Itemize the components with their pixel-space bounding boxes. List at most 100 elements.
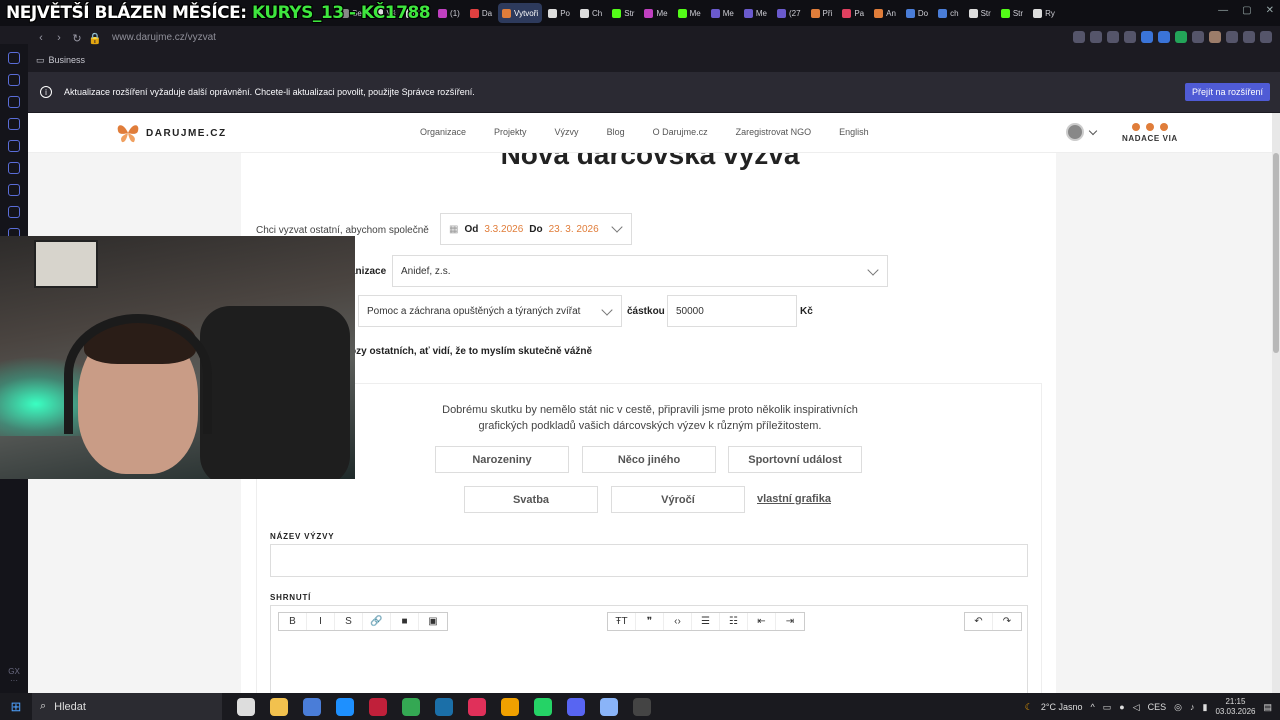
extension-icon[interactable] [1107,31,1119,43]
browser-tab[interactable]: Vytvoři [498,3,543,23]
template-button-anniversary[interactable]: Výročí [611,486,745,513]
editor-toolbar-button[interactable]: ⇤ [748,613,776,630]
obs-or-app-icon[interactable] [501,697,519,716]
page-scrollbar[interactable] [1272,113,1280,693]
site-menu-item[interactable]: Organizace [420,127,466,137]
app-icon[interactable] [600,697,618,716]
nadace-via-logo[interactable]: NADACE VIA [1122,123,1178,143]
menu-icon[interactable] [1260,31,1272,43]
taskbar-clock[interactable]: 21:15 03.03.2026 [1215,697,1255,717]
task-view-icon[interactable] [237,697,255,716]
taskbar-search[interactable]: ⌕ Hledat [32,693,222,720]
chevron-down-icon[interactable] [611,221,623,233]
explorer-icon[interactable] [270,697,288,716]
scrollbar-thumb[interactable] [1273,153,1279,353]
extension-icon[interactable] [1141,31,1153,43]
editor-toolbar-button[interactable]: ▣ [419,613,447,630]
browser-tab[interactable]: Me [740,3,771,23]
twitch-icon[interactable] [8,162,20,174]
go-to-extensions-button[interactable]: Přejít na rozšíření [1184,83,1270,101]
extension-icon[interactable] [1192,31,1204,43]
browser-tab[interactable]: Při [807,3,837,23]
editor-toolbar-button[interactable]: ■ [391,613,419,630]
sidebar-icon[interactable] [8,96,20,108]
browser-tab[interactable]: Ry [1029,3,1059,23]
maximize-icon[interactable]: ▢ [1242,5,1251,16]
editor-toolbar-button[interactable]: ❞ [636,613,664,630]
editor-toolbar-button[interactable]: I [307,613,335,630]
browser-tab[interactable]: Po [544,3,574,23]
sidebar-icon[interactable] [8,140,20,152]
editor-toolbar-button[interactable]: ☷ [720,613,748,630]
sidebar-more-icon[interactable]: GX ··· [0,667,28,685]
extension-icon[interactable] [1124,31,1136,43]
browser-tab[interactable]: (1) [434,3,464,23]
language-indicator[interactable]: CES [1148,702,1167,712]
browser-tab[interactable]: Do [902,3,932,23]
notifications-icon[interactable]: ▤ [1263,702,1272,713]
browser-tab[interactable]: Me [674,3,705,23]
editor-toolbar-button[interactable]: ↶ [965,613,993,630]
site-logo[interactable]: DARUJME.CZ [116,123,227,143]
chrome-icon[interactable] [402,697,420,716]
editor-toolbar-button[interactable]: B [279,613,307,630]
battery-icon[interactable]: ▮ [1202,702,1207,713]
sidebar-icon[interactable] [8,118,20,130]
extension-icon[interactable] [1073,31,1085,43]
wifi-icon[interactable]: ◎ [1174,702,1182,713]
browser-tab[interactable]: Pa [838,3,868,23]
back-icon[interactable]: ‹ [32,32,50,44]
challenge-name-input[interactable] [270,544,1028,577]
profile-avatar[interactable] [1209,31,1221,43]
site-menu-item[interactable]: Projekty [494,127,527,137]
extension-icon[interactable] [1090,31,1102,43]
tray-chevron-icon[interactable]: ^ [1091,702,1095,712]
amount-input[interactable]: 50000 [667,295,797,327]
url-field[interactable]: www.darujme.cz/vyzvat [112,32,216,43]
speaker-icon[interactable]: ♪ [1190,702,1195,712]
editor-toolbar-button[interactable]: ŦT [608,613,636,630]
chevron-down-icon[interactable] [1088,126,1098,135]
editor-toolbar-button[interactable]: ☰ [692,613,720,630]
site-menu-item[interactable]: O Darujme.cz [653,127,708,137]
edge-icon[interactable] [336,697,354,716]
custom-graphic-link[interactable]: vlastní grafika [757,493,831,505]
whatsapp-icon[interactable] [534,697,552,716]
steam-icon[interactable] [435,697,453,716]
browser-tab[interactable]: Da [466,3,496,23]
browser-tab[interactable]: ch [934,3,962,23]
browser-tab[interactable]: Str [608,3,638,23]
chevron-down-icon[interactable] [601,304,613,316]
browser-tab[interactable]: Str [997,3,1027,23]
extension-icon[interactable] [1158,31,1170,43]
instagram-icon[interactable] [8,206,20,218]
network-icon[interactable]: ▭ [1103,702,1112,713]
template-button-other[interactable]: Něco jiného [582,446,716,473]
project-select[interactable]: Pomoc a záchrana opuštěných a týraných z… [358,295,622,327]
discord-icon[interactable] [567,697,585,716]
editor-toolbar-button[interactable]: S [335,613,363,630]
organization-select[interactable]: Anidef, z.s. [392,255,888,287]
chevron-down-icon[interactable] [867,264,879,276]
media-icon[interactable] [468,697,486,716]
avatar[interactable] [1066,123,1084,141]
volume-icon[interactable]: ◁ [1133,702,1140,713]
windows-start-icon[interactable]: ⊞ [0,699,32,715]
site-menu-item[interactable]: Blog [607,127,625,137]
site-menu-item[interactable]: English [839,127,869,137]
site-menu-item[interactable]: Zaregistrovat NGO [736,127,812,137]
opera-icon[interactable] [369,697,387,716]
browser-tab[interactable]: Me [707,3,738,23]
messenger-icon[interactable] [8,184,20,196]
site-menu-item[interactable]: Výzvy [555,127,579,137]
user-menu[interactable] [1066,123,1098,141]
browser-tab[interactable]: An [870,3,900,23]
reload-icon[interactable]: ↻ [68,32,86,45]
weather-text[interactable]: 2°C Jasno [1041,702,1083,712]
extension-icon[interactable] [1175,31,1187,43]
template-button-birthday[interactable]: Narozeniny [435,446,569,473]
sidebar-icon[interactable] [8,52,20,64]
editor-toolbar-button[interactable]: ⇥ [776,613,804,630]
template-button-wedding[interactable]: Svatba [464,486,598,513]
date-range-picker[interactable]: ▦ Od 3.3.2026 Do 23. 3. 2026 [440,213,632,245]
